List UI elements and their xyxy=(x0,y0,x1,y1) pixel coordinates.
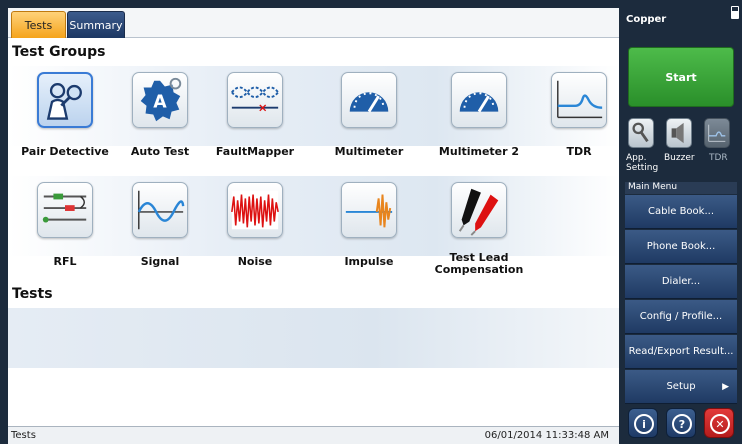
menu-item-label: Read/Export Result... xyxy=(628,346,734,357)
tdr-icon[interactable] xyxy=(704,118,730,148)
test-group-signal[interactable]: Signal xyxy=(115,182,205,292)
wrench-icon[interactable] xyxy=(628,118,654,148)
help-icon: ? xyxy=(672,414,692,434)
tab-summary[interactable]: Summary xyxy=(67,11,125,38)
test-group-label: RFL xyxy=(53,255,77,268)
test-group-label: Auto Test xyxy=(130,145,190,158)
menu-item-label: Setup xyxy=(666,381,696,392)
test-group-impulse[interactable]: Impulse xyxy=(324,182,414,292)
quick-label: TDR xyxy=(709,153,728,163)
status-text: Tests xyxy=(11,430,36,441)
test-group-label: Multimeter 2 xyxy=(438,145,520,158)
chevron-right-icon: ▶ xyxy=(722,381,729,392)
main-menu-header: Main Menu xyxy=(625,182,737,194)
tab-tests[interactable]: Tests xyxy=(11,11,66,38)
quick-label: App. Setting xyxy=(626,153,659,173)
test-group-test-lead-compensation[interactable]: Test Lead Compensation xyxy=(434,182,524,292)
fault-mapper-icon: × xyxy=(227,72,283,128)
main-pane: Tests Summary Test Groups Pair Detective… xyxy=(8,8,619,444)
test-group-label: FaultMapper xyxy=(215,145,295,158)
test-group-label: Test Lead Compensation xyxy=(434,251,524,276)
impulse-icon xyxy=(341,182,397,238)
close-button[interactable]: ✕ xyxy=(704,408,734,438)
auto-test-icon: A xyxy=(132,72,188,128)
tdr-trace-icon xyxy=(551,72,607,128)
panel-title: Copper xyxy=(626,14,667,25)
menu-item-config-profile[interactable]: Config / Profile... xyxy=(625,300,737,334)
status-datetime: 06/01/2014 11:33:48 AM xyxy=(484,430,609,441)
test-group-label: Signal xyxy=(140,255,180,268)
menu-item-label: Cable Book... xyxy=(648,206,714,217)
start-button[interactable]: Start xyxy=(628,47,734,107)
auto-test-glyph: A xyxy=(153,93,167,113)
menu-item-setup[interactable]: Setup ▶ xyxy=(625,370,737,404)
test-group-label: Noise xyxy=(237,255,273,268)
menu-item-dialer[interactable]: Dialer... xyxy=(625,265,737,299)
test-group-faultmapper[interactable]: × FaultMapper xyxy=(210,72,300,182)
detective-icon xyxy=(37,72,93,128)
menu-item-label: Phone Book... xyxy=(646,241,716,252)
test-group-label: Impulse xyxy=(344,255,394,268)
tab-bar: Tests Summary xyxy=(8,8,619,38)
menu-item-read-export[interactable]: Read/Export Result... xyxy=(625,335,737,369)
test-group-multimeter-2[interactable]: Multimeter 2 xyxy=(434,72,524,182)
right-panel: Copper Start App. Setting Buzzer TDR Mai… xyxy=(620,0,742,444)
tests-title: Tests xyxy=(12,286,53,302)
menu-item-cable-book[interactable]: Cable Book... xyxy=(625,195,737,229)
gauge-icon xyxy=(451,72,507,128)
speaker-icon[interactable] xyxy=(666,118,692,148)
gauge-icon xyxy=(341,72,397,128)
status-bar: Tests 06/01/2014 11:33:48 AM xyxy=(8,426,619,444)
test-group-label: Pair Detective xyxy=(21,145,109,158)
test-group-auto-test[interactable]: A Auto Test xyxy=(115,72,205,182)
svg-text:×: × xyxy=(258,101,268,115)
test-group-label: Multimeter xyxy=(334,145,404,158)
sine-wave-icon xyxy=(132,182,188,238)
menu-item-phone-book[interactable]: Phone Book... xyxy=(625,230,737,264)
test-leads-icon xyxy=(451,182,507,238)
test-groups-title: Test Groups xyxy=(12,44,106,60)
info-button[interactable]: i xyxy=(628,408,658,438)
battery-icon xyxy=(731,6,739,19)
rfl-icon xyxy=(37,182,93,238)
menu-item-label: Dialer... xyxy=(661,276,701,287)
test-group-label: TDR xyxy=(566,145,592,158)
help-button[interactable]: ? xyxy=(666,408,696,438)
test-group-multimeter[interactable]: Multimeter xyxy=(324,72,414,182)
menu-item-label: Config / Profile... xyxy=(639,311,723,322)
test-group-noise[interactable]: Noise xyxy=(210,182,300,292)
noise-icon xyxy=(227,182,283,238)
test-group-rfl[interactable]: RFL xyxy=(20,182,110,292)
test-group-pair-detective[interactable]: Pair Detective xyxy=(20,72,110,182)
test-group-tdr[interactable]: TDR xyxy=(534,72,624,182)
close-icon: ✕ xyxy=(710,414,730,434)
info-icon: i xyxy=(634,414,654,434)
tests-list[interactable] xyxy=(8,308,619,368)
quick-label: Buzzer xyxy=(664,153,695,163)
